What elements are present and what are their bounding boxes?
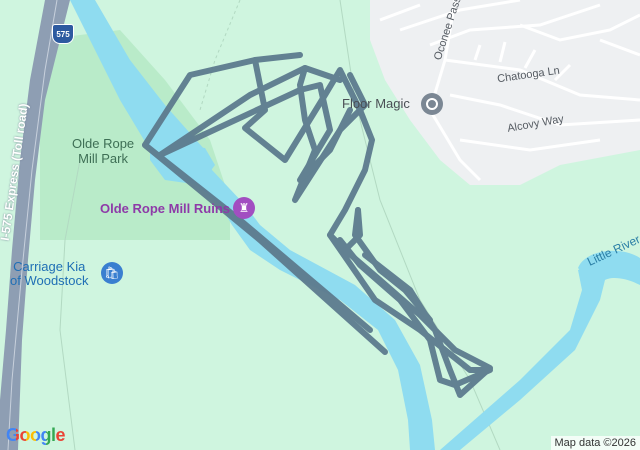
- floor-magic-pin[interactable]: [421, 93, 443, 115]
- park-label-line2: Mill Park: [78, 151, 128, 166]
- map-canvas[interactable]: 575 I-575 Express (Toll road) Olde Rope …: [0, 0, 640, 450]
- castle-icon: ♜: [238, 201, 250, 215]
- park-label[interactable]: Olde Rope Mill Park: [72, 136, 134, 166]
- shopping-bag-icon: 🛍: [104, 266, 120, 280]
- google-logo[interactable]: Google: [6, 425, 66, 446]
- trail-line: [199, 0, 241, 111]
- dealer-label[interactable]: Carriage Kia of Woodstock: [10, 260, 89, 288]
- store-icon: [426, 98, 438, 110]
- map-attribution[interactable]: Map data ©2026: [550, 436, 640, 450]
- highway-shield[interactable]: 575: [52, 24, 74, 44]
- dealer-pin[interactable]: 🛍: [101, 262, 123, 284]
- ruins-label[interactable]: Olde Rope Mill Ruins: [100, 201, 230, 216]
- park-label-line1: Olde Rope: [72, 136, 135, 151]
- google-logo-text: Google: [6, 425, 66, 445]
- floor-magic-label[interactable]: Floor Magic: [342, 96, 410, 111]
- dealer-label-line2: of Woodstock: [10, 273, 89, 288]
- dealer-label-line1: Carriage Kia: [13, 259, 86, 274]
- highway-shield-number: 575: [56, 29, 70, 39]
- ruins-pin[interactable]: ♜: [233, 197, 255, 219]
